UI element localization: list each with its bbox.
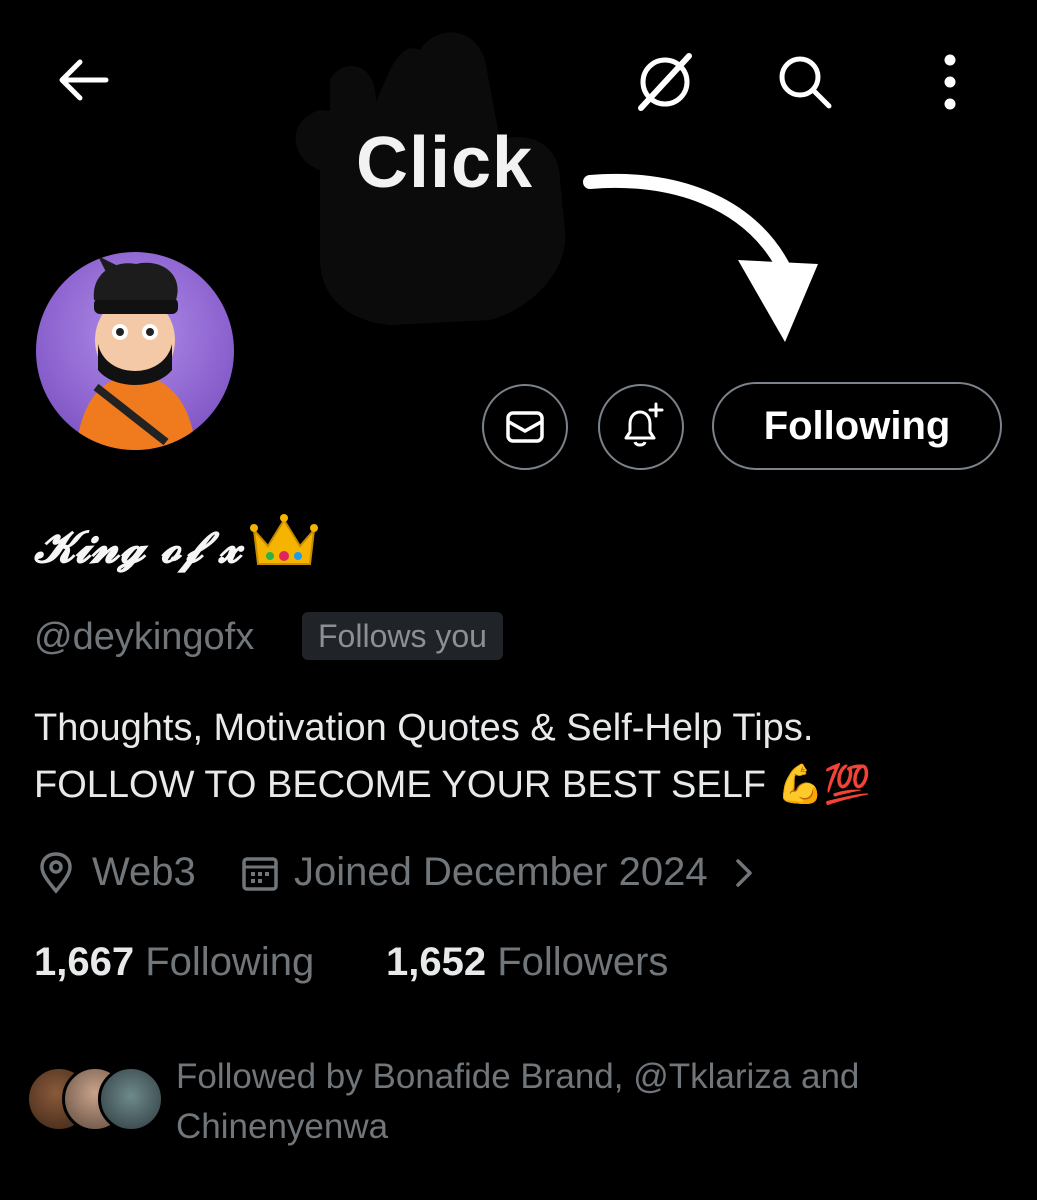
more-vertical-icon bbox=[944, 54, 956, 110]
followed-by-text[interactable]: Followed by Bonafide Brand, @Tklariza an… bbox=[176, 1052, 996, 1152]
crown-emoji bbox=[248, 512, 320, 583]
following-label: Following bbox=[145, 940, 315, 984]
arrow-left-icon bbox=[59, 59, 109, 101]
grok-icon bbox=[638, 53, 692, 111]
following-button[interactable]: Following bbox=[712, 382, 1002, 470]
following-count: 1,667 bbox=[34, 940, 135, 984]
profile-bio: Thoughts, Motivation Quotes & Self-Help … bbox=[34, 700, 1014, 814]
follows-you-badge: Follows you bbox=[302, 612, 503, 660]
avatar-illustration bbox=[76, 256, 196, 450]
profile-avatar[interactable] bbox=[36, 252, 234, 450]
mail-icon bbox=[506, 411, 544, 443]
calendar-icon bbox=[242, 856, 278, 891]
display-name-text: 𝓚𝓲𝓷𝓰 𝓸𝓯 𝔁 bbox=[34, 522, 242, 573]
notifications-button[interactable] bbox=[598, 384, 684, 470]
following-stat[interactable]: 1,667 Following bbox=[34, 940, 314, 985]
back-button[interactable] bbox=[50, 52, 114, 108]
location-pin-icon bbox=[40, 851, 72, 894]
search-icon bbox=[779, 56, 832, 109]
location-text: Web3 bbox=[92, 850, 196, 894]
message-button[interactable] bbox=[482, 384, 568, 470]
followers-label: Followers bbox=[497, 940, 669, 984]
follower-avatar-3 bbox=[98, 1066, 164, 1132]
joined-date[interactable]: Joined December 2024 bbox=[240, 850, 760, 895]
click-annotation-text: Click bbox=[356, 123, 534, 203]
followers-count: 1,652 bbox=[386, 940, 487, 984]
profile-handle: @deykingofx bbox=[34, 616, 255, 658]
followers-stat[interactable]: 1,652 Followers bbox=[386, 940, 668, 985]
bio-line-2: FOLLOW TO BECOME YOUR BEST SELF 💪💯 bbox=[34, 764, 872, 806]
bio-line-1: Thoughts, Motivation Quotes & Self-Help … bbox=[34, 707, 814, 749]
search-button[interactable] bbox=[772, 50, 838, 114]
annotation-arrow bbox=[583, 173, 818, 342]
chevron-right-icon bbox=[735, 858, 752, 887]
crown-icon bbox=[249, 514, 318, 565]
bell-plus-icon bbox=[624, 402, 664, 447]
location: Web3 bbox=[36, 850, 196, 895]
grok-button[interactable] bbox=[630, 50, 700, 114]
more-button[interactable] bbox=[928, 50, 972, 114]
display-name: 𝓚𝓲𝓷𝓰 𝓸𝓯 𝔁 bbox=[34, 512, 320, 583]
joined-text: Joined December 2024 bbox=[294, 850, 708, 894]
